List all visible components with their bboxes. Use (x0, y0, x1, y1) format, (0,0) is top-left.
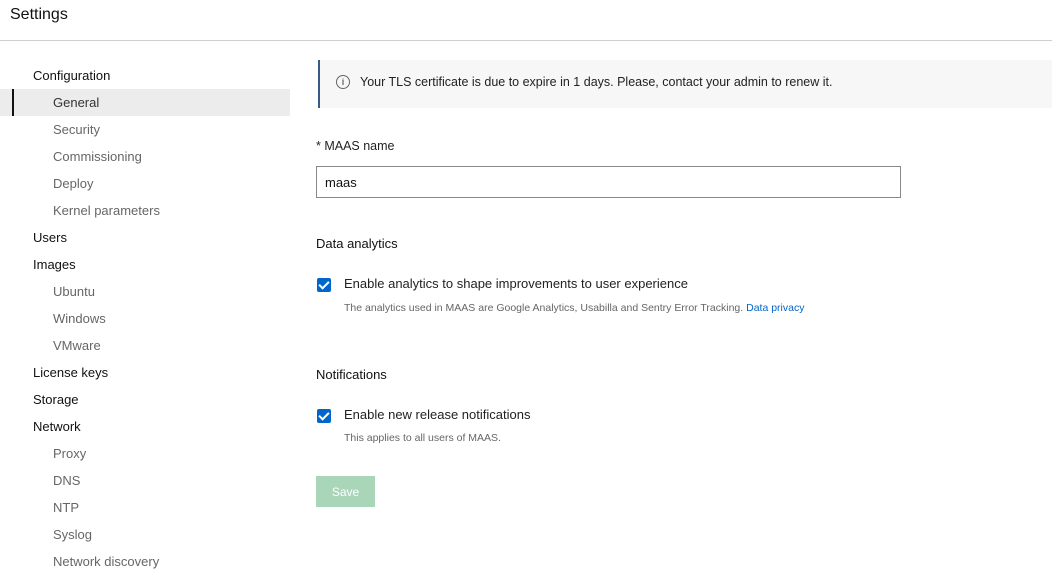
maas-name-input[interactable] (316, 166, 901, 198)
sidebar-group-storage[interactable]: Storage (0, 386, 300, 413)
analytics-help-text: The analytics used in MAAS are Google An… (344, 298, 834, 319)
notification-message: Your TLS certificate is due to expire in… (360, 75, 833, 89)
page-header: Settings (0, 0, 1052, 41)
analytics-checkbox[interactable] (317, 278, 331, 292)
sidebar-group-network[interactable]: Network (0, 413, 300, 440)
sidebar-item-vmware[interactable]: VMware (0, 332, 237, 359)
sidebar-group-images[interactable]: Images (0, 251, 300, 278)
data-analytics-heading: Data analytics (316, 236, 398, 251)
release-notifications-label[interactable]: Enable new release notifications (344, 407, 530, 422)
sidebar-item-kernel-parameters[interactable]: Kernel parameters (0, 197, 237, 224)
analytics-help-body: The analytics used in MAAS are Google An… (344, 302, 744, 314)
sidebar-group-configuration[interactable]: Configuration (0, 62, 300, 89)
maas-name-label: * MAAS name (316, 139, 395, 153)
sidebar-item-deploy[interactable]: Deploy (0, 170, 237, 197)
sidebar-item-ubuntu[interactable]: Ubuntu (0, 278, 237, 305)
notifications-help-text: This applies to all users of MAAS. (344, 432, 501, 444)
analytics-checkbox-label[interactable]: Enable analytics to shape improvements t… (344, 276, 688, 291)
sidebar-item-windows[interactable]: Windows (0, 305, 237, 332)
release-notifications-checkbox[interactable] (317, 409, 331, 423)
sidebar-item-syslog[interactable]: Syslog (0, 521, 237, 548)
sidebar-item-network-discovery[interactable]: Network discovery (0, 548, 237, 575)
settings-sidebar: Configuration General Security Commissio… (0, 62, 300, 575)
sidebar-item-proxy[interactable]: Proxy (0, 440, 237, 467)
data-privacy-link[interactable]: Data privacy (746, 302, 804, 314)
sidebar-item-general[interactable]: General (0, 89, 290, 116)
page-title: Settings (10, 6, 68, 23)
tls-expiry-notification: i Your TLS certificate is due to expire … (318, 60, 1052, 108)
sidebar-item-security[interactable]: Security (0, 116, 237, 143)
sidebar-group-users[interactable]: Users (0, 224, 300, 251)
info-icon: i (336, 75, 350, 89)
save-button[interactable]: Save (316, 476, 375, 507)
sidebar-item-commissioning[interactable]: Commissioning (0, 143, 237, 170)
sidebar-item-ntp[interactable]: NTP (0, 494, 237, 521)
sidebar-group-license-keys[interactable]: License keys (0, 359, 300, 386)
sidebar-item-dns[interactable]: DNS (0, 467, 237, 494)
notifications-heading: Notifications (316, 367, 387, 382)
